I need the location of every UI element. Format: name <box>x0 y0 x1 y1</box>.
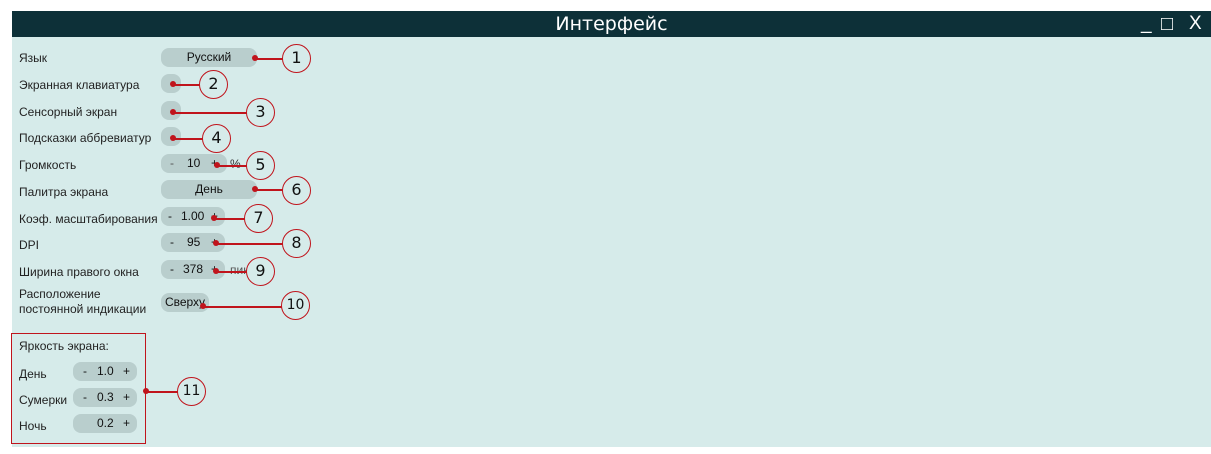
callout-line-10 <box>203 306 282 308</box>
brightness-night-plus[interactable]: + <box>123 414 130 433</box>
bottom-edge <box>0 447 1211 454</box>
brightness-night-value: 0.2 <box>97 416 114 430</box>
callout-line-7 <box>214 218 245 220</box>
callout-dot-10 <box>200 303 206 309</box>
brightness-dusk-minus[interactable]: - <box>83 388 87 407</box>
callout-5: 5 <box>246 151 275 180</box>
callout-line-3 <box>173 112 247 114</box>
callout-dot-7 <box>211 215 217 221</box>
callout-dot-5 <box>214 162 220 168</box>
volume-label: Громкость <box>19 158 77 172</box>
callout-10: 10 <box>281 291 310 320</box>
brightness-dusk-plus[interactable]: + <box>123 388 130 407</box>
indication-label-line1: Расположение <box>19 287 101 301</box>
language-label: Язык <box>19 51 48 65</box>
callout-line-8 <box>216 243 283 245</box>
right-width-label: Ширина правого окна <box>19 265 139 279</box>
callout-line-9 <box>216 271 247 273</box>
brightness-day-minus[interactable]: - <box>83 362 87 381</box>
brightness-dusk-label: Сумерки <box>19 393 68 407</box>
brightness-day-value: 1.0 <box>97 364 114 378</box>
osk-label: Экранная клавиатура <box>19 78 140 92</box>
brightness-title: Яркость экрана: <box>19 339 109 353</box>
right-width-value: 378 <box>183 262 204 276</box>
title-bar: Интерфейс _ □ X <box>12 11 1211 37</box>
callout-dot-8 <box>213 240 219 246</box>
maximize-button[interactable]: □ <box>1161 14 1173 34</box>
palette-label: Палитра экрана <box>19 185 109 199</box>
close-button[interactable]: X <box>1189 14 1202 34</box>
callout-4: 4 <box>202 124 231 153</box>
callout-dot-1 <box>252 55 258 61</box>
callout-line-5 <box>217 165 248 167</box>
minimize-button[interactable]: _ <box>1141 14 1152 34</box>
indication-label-line2: постоянной индикации <box>19 302 147 316</box>
abbrev-label: Подсказки аббревиатур <box>19 131 152 145</box>
dpi-value: 95 <box>187 235 201 249</box>
scale-value: 1.00 <box>181 209 205 223</box>
callout-7: 7 <box>244 204 273 233</box>
callout-1: 1 <box>282 44 311 73</box>
callout-dot-2 <box>170 81 176 87</box>
callout-line-11 <box>146 391 178 393</box>
touch-label: Сенсорный экран <box>19 105 118 119</box>
callout-9: 9 <box>246 257 275 286</box>
callout-line-6 <box>255 189 283 191</box>
dpi-label: DPI <box>19 238 40 252</box>
brightness-day-plus[interactable]: + <box>123 362 130 381</box>
scale-label: Коэф. масштабирования <box>19 212 158 226</box>
brightness-night-stepper[interactable]: 0.2 + <box>73 414 137 433</box>
brightness-night-label: Ночь <box>19 419 47 433</box>
volume-minus[interactable]: - <box>170 154 174 173</box>
callout-dot-6 <box>252 186 258 192</box>
scale-minus[interactable]: - <box>168 207 172 226</box>
dpi-minus[interactable]: - <box>170 233 174 252</box>
callout-8: 8 <box>282 229 311 258</box>
volume-value: 10 <box>187 156 201 170</box>
window-title: Интерфейс <box>555 13 668 35</box>
callout-2: 2 <box>199 70 228 99</box>
language-select[interactable]: Русский <box>161 48 257 67</box>
callout-dot-9 <box>213 268 219 274</box>
brightness-dusk-value: 0.3 <box>97 390 114 404</box>
callout-line-4 <box>173 138 203 140</box>
callout-11: 11 <box>177 377 206 406</box>
callout-dot-4 <box>170 135 176 141</box>
callout-6: 6 <box>282 176 311 205</box>
right-width-minus[interactable]: - <box>170 260 174 279</box>
brightness-day-label: День <box>19 367 47 381</box>
brightness-day-stepper[interactable]: - 1.0 + <box>73 362 137 381</box>
callout-line-1 <box>255 58 283 60</box>
brightness-dusk-stepper[interactable]: - 0.3 + <box>73 388 137 407</box>
palette-select[interactable]: День <box>161 180 257 199</box>
callout-dot-11 <box>143 388 149 394</box>
volume-unit: % <box>230 157 241 171</box>
callout-dot-3 <box>170 109 176 115</box>
callout-line-2 <box>173 84 201 86</box>
callout-3: 3 <box>246 98 275 127</box>
